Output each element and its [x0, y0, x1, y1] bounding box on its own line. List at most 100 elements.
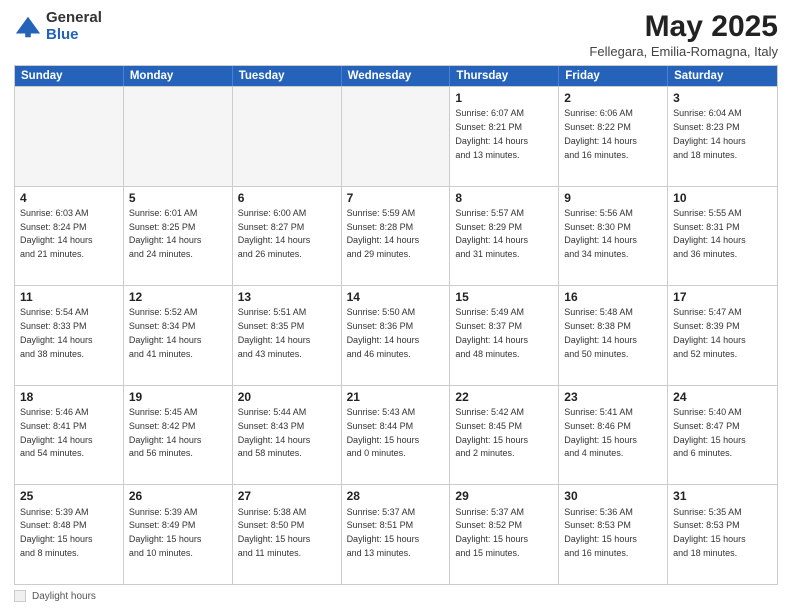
daylight-box	[14, 590, 26, 602]
cal-cell: 17Sunrise: 5:47 AM Sunset: 8:39 PM Dayli…	[668, 286, 777, 385]
cell-info: Sunrise: 5:51 AM Sunset: 8:35 PM Dayligh…	[238, 307, 311, 358]
cal-cell: 2 Sunrise: 6:06 AM Sunset: 8:22 PM Daylig…	[559, 87, 668, 186]
day-number: 15	[455, 289, 553, 305]
day-number: 6	[238, 190, 336, 206]
cell-info: Sunrise: 5:41 AM Sunset: 8:46 PM Dayligh…	[564, 407, 637, 458]
cal-cell: 27Sunrise: 5:38 AM Sunset: 8:50 PM Dayli…	[233, 485, 342, 584]
logo: General Blue	[14, 10, 102, 43]
cal-cell: 14Sunrise: 5:50 AM Sunset: 8:36 PM Dayli…	[342, 286, 451, 385]
day-number: 8	[455, 190, 553, 206]
cal-cell: 31 Sunrise: 5:35 AM Sunset: 8:53 PM Dayli…	[668, 485, 777, 584]
day-number: 21	[347, 389, 445, 405]
title-block: May 2025 Fellegara, Emilia-Romagna, Ital…	[589, 10, 778, 59]
cal-header-cell: Monday	[124, 66, 233, 86]
cal-row: 1 Sunrise: 6:07 AM Sunset: 8:21 PM Daylig…	[15, 86, 777, 186]
day-number: 25	[20, 488, 118, 504]
cal-cell: 12 Sunrise: 5:52 AM Sunset: 8:34 PM Dayli…	[124, 286, 233, 385]
day-number: 9	[564, 190, 662, 206]
day-number: 11	[20, 289, 118, 305]
day-number: 7	[347, 190, 445, 206]
cal-header-cell: Thursday	[450, 66, 559, 86]
cell-info: Sunrise: 5:35 AM Sunset: 8:53 PM Dayligh…	[673, 507, 746, 558]
month-title: May 2025	[589, 10, 778, 44]
cal-cell: 28Sunrise: 5:37 AM Sunset: 8:51 PM Dayli…	[342, 485, 451, 584]
cell-info: Sunrise: 5:57 AM Sunset: 8:29 PM Dayligh…	[455, 208, 528, 259]
cell-info: Sunrise: 5:59 AM Sunset: 8:28 PM Dayligh…	[347, 208, 420, 259]
day-number: 4	[20, 190, 118, 206]
day-number: 26	[129, 488, 227, 504]
day-number: 12	[129, 289, 227, 305]
cell-info: Sunrise: 5:42 AM Sunset: 8:45 PM Dayligh…	[455, 407, 528, 458]
logo-text: General Blue	[46, 10, 102, 43]
cell-info: Sunrise: 5:44 AM Sunset: 8:43 PM Dayligh…	[238, 407, 311, 458]
cal-header-cell: Tuesday	[233, 66, 342, 86]
cal-cell: 26Sunrise: 5:39 AM Sunset: 8:49 PM Dayli…	[124, 485, 233, 584]
cal-cell: 19Sunrise: 5:45 AM Sunset: 8:42 PM Dayli…	[124, 386, 233, 485]
cal-row: 4Sunrise: 6:03 AM Sunset: 8:24 PM Daylig…	[15, 186, 777, 286]
day-number: 3	[673, 90, 772, 106]
cal-header-cell: Friday	[559, 66, 668, 86]
cal-cell: 29 Sunrise: 5:37 AM Sunset: 8:52 PM Dayli…	[450, 485, 559, 584]
cal-cell: 18Sunrise: 5:46 AM Sunset: 8:41 PM Dayli…	[15, 386, 124, 485]
cal-cell: 4Sunrise: 6:03 AM Sunset: 8:24 PM Daylig…	[15, 187, 124, 286]
cal-cell: 15Sunrise: 5:49 AM Sunset: 8:37 PM Dayli…	[450, 286, 559, 385]
cal-header-cell: Wednesday	[342, 66, 451, 86]
cal-cell	[342, 87, 451, 186]
cell-info: Sunrise: 5:47 AM Sunset: 8:39 PM Dayligh…	[673, 307, 746, 358]
cal-cell: 23 Sunrise: 5:41 AM Sunset: 8:46 PM Dayli…	[559, 386, 668, 485]
cal-cell: 6 Sunrise: 6:00 AM Sunset: 8:27 PM Daylig…	[233, 187, 342, 286]
day-number: 16	[564, 289, 662, 305]
cell-info: Sunrise: 5:37 AM Sunset: 8:51 PM Dayligh…	[347, 507, 420, 558]
cell-info: Sunrise: 5:52 AM Sunset: 8:34 PM Dayligh…	[129, 307, 202, 358]
daylight-label: Daylight hours	[32, 591, 96, 602]
cal-header-cell: Saturday	[668, 66, 777, 86]
cal-cell: 10 Sunrise: 5:55 AM Sunset: 8:31 PM Dayli…	[668, 187, 777, 286]
day-number: 1	[455, 90, 553, 106]
cal-cell: 1 Sunrise: 6:07 AM Sunset: 8:21 PM Daylig…	[450, 87, 559, 186]
day-number: 29	[455, 488, 553, 504]
day-number: 13	[238, 289, 336, 305]
cell-info: Sunrise: 5:56 AM Sunset: 8:30 PM Dayligh…	[564, 208, 637, 259]
cell-info: Sunrise: 5:54 AM Sunset: 8:33 PM Dayligh…	[20, 307, 93, 358]
cell-info: Sunrise: 6:00 AM Sunset: 8:27 PM Dayligh…	[238, 208, 311, 259]
cal-header-cell: Sunday	[15, 66, 124, 86]
day-number: 30	[564, 488, 662, 504]
logo-blue-text: Blue	[46, 27, 102, 44]
cal-cell	[15, 87, 124, 186]
day-number: 23	[564, 389, 662, 405]
cell-info: Sunrise: 5:37 AM Sunset: 8:52 PM Dayligh…	[455, 507, 528, 558]
cell-info: Sunrise: 5:45 AM Sunset: 8:42 PM Dayligh…	[129, 407, 202, 458]
cal-cell: 20 Sunrise: 5:44 AM Sunset: 8:43 PM Dayli…	[233, 386, 342, 485]
cal-row: 25Sunrise: 5:39 AM Sunset: 8:48 PM Dayli…	[15, 484, 777, 584]
cal-cell: 24Sunrise: 5:40 AM Sunset: 8:47 PM Dayli…	[668, 386, 777, 485]
cal-cell: 9 Sunrise: 5:56 AM Sunset: 8:30 PM Daylig…	[559, 187, 668, 286]
cal-cell: 16 Sunrise: 5:48 AM Sunset: 8:38 PM Dayli…	[559, 286, 668, 385]
day-number: 2	[564, 90, 662, 106]
day-number: 14	[347, 289, 445, 305]
day-number: 20	[238, 389, 336, 405]
calendar-header: SundayMondayTuesdayWednesdayThursdayFrid…	[15, 66, 777, 86]
day-number: 31	[673, 488, 772, 504]
day-number: 10	[673, 190, 772, 206]
cal-cell: 25Sunrise: 5:39 AM Sunset: 8:48 PM Dayli…	[15, 485, 124, 584]
cal-cell: 13 Sunrise: 5:51 AM Sunset: 8:35 PM Dayli…	[233, 286, 342, 385]
cell-info: Sunrise: 5:43 AM Sunset: 8:44 PM Dayligh…	[347, 407, 420, 458]
location: Fellegara, Emilia-Romagna, Italy	[589, 44, 778, 59]
calendar-body: 1 Sunrise: 6:07 AM Sunset: 8:21 PM Daylig…	[15, 86, 777, 584]
page: General Blue May 2025 Fellegara, Emilia-…	[0, 0, 792, 612]
cell-info: Sunrise: 6:01 AM Sunset: 8:25 PM Dayligh…	[129, 208, 202, 259]
cell-info: Sunrise: 5:38 AM Sunset: 8:50 PM Dayligh…	[238, 507, 311, 558]
cal-cell: 30Sunrise: 5:36 AM Sunset: 8:53 PM Dayli…	[559, 485, 668, 584]
cal-cell: 11 Sunrise: 5:54 AM Sunset: 8:33 PM Dayli…	[15, 286, 124, 385]
header: General Blue May 2025 Fellegara, Emilia-…	[14, 10, 778, 59]
cell-info: Sunrise: 6:04 AM Sunset: 8:23 PM Dayligh…	[673, 108, 746, 159]
cell-info: Sunrise: 5:40 AM Sunset: 8:47 PM Dayligh…	[673, 407, 746, 458]
cell-info: Sunrise: 5:55 AM Sunset: 8:31 PM Dayligh…	[673, 208, 746, 259]
calendar: SundayMondayTuesdayWednesdayThursdayFrid…	[14, 65, 778, 585]
cal-cell: 8 Sunrise: 5:57 AM Sunset: 8:29 PM Daylig…	[450, 187, 559, 286]
cell-info: Sunrise: 5:48 AM Sunset: 8:38 PM Dayligh…	[564, 307, 637, 358]
day-number: 18	[20, 389, 118, 405]
cell-info: Sunrise: 6:07 AM Sunset: 8:21 PM Dayligh…	[455, 108, 528, 159]
cal-cell: 5Sunrise: 6:01 AM Sunset: 8:25 PM Daylig…	[124, 187, 233, 286]
cell-info: Sunrise: 6:06 AM Sunset: 8:22 PM Dayligh…	[564, 108, 637, 159]
